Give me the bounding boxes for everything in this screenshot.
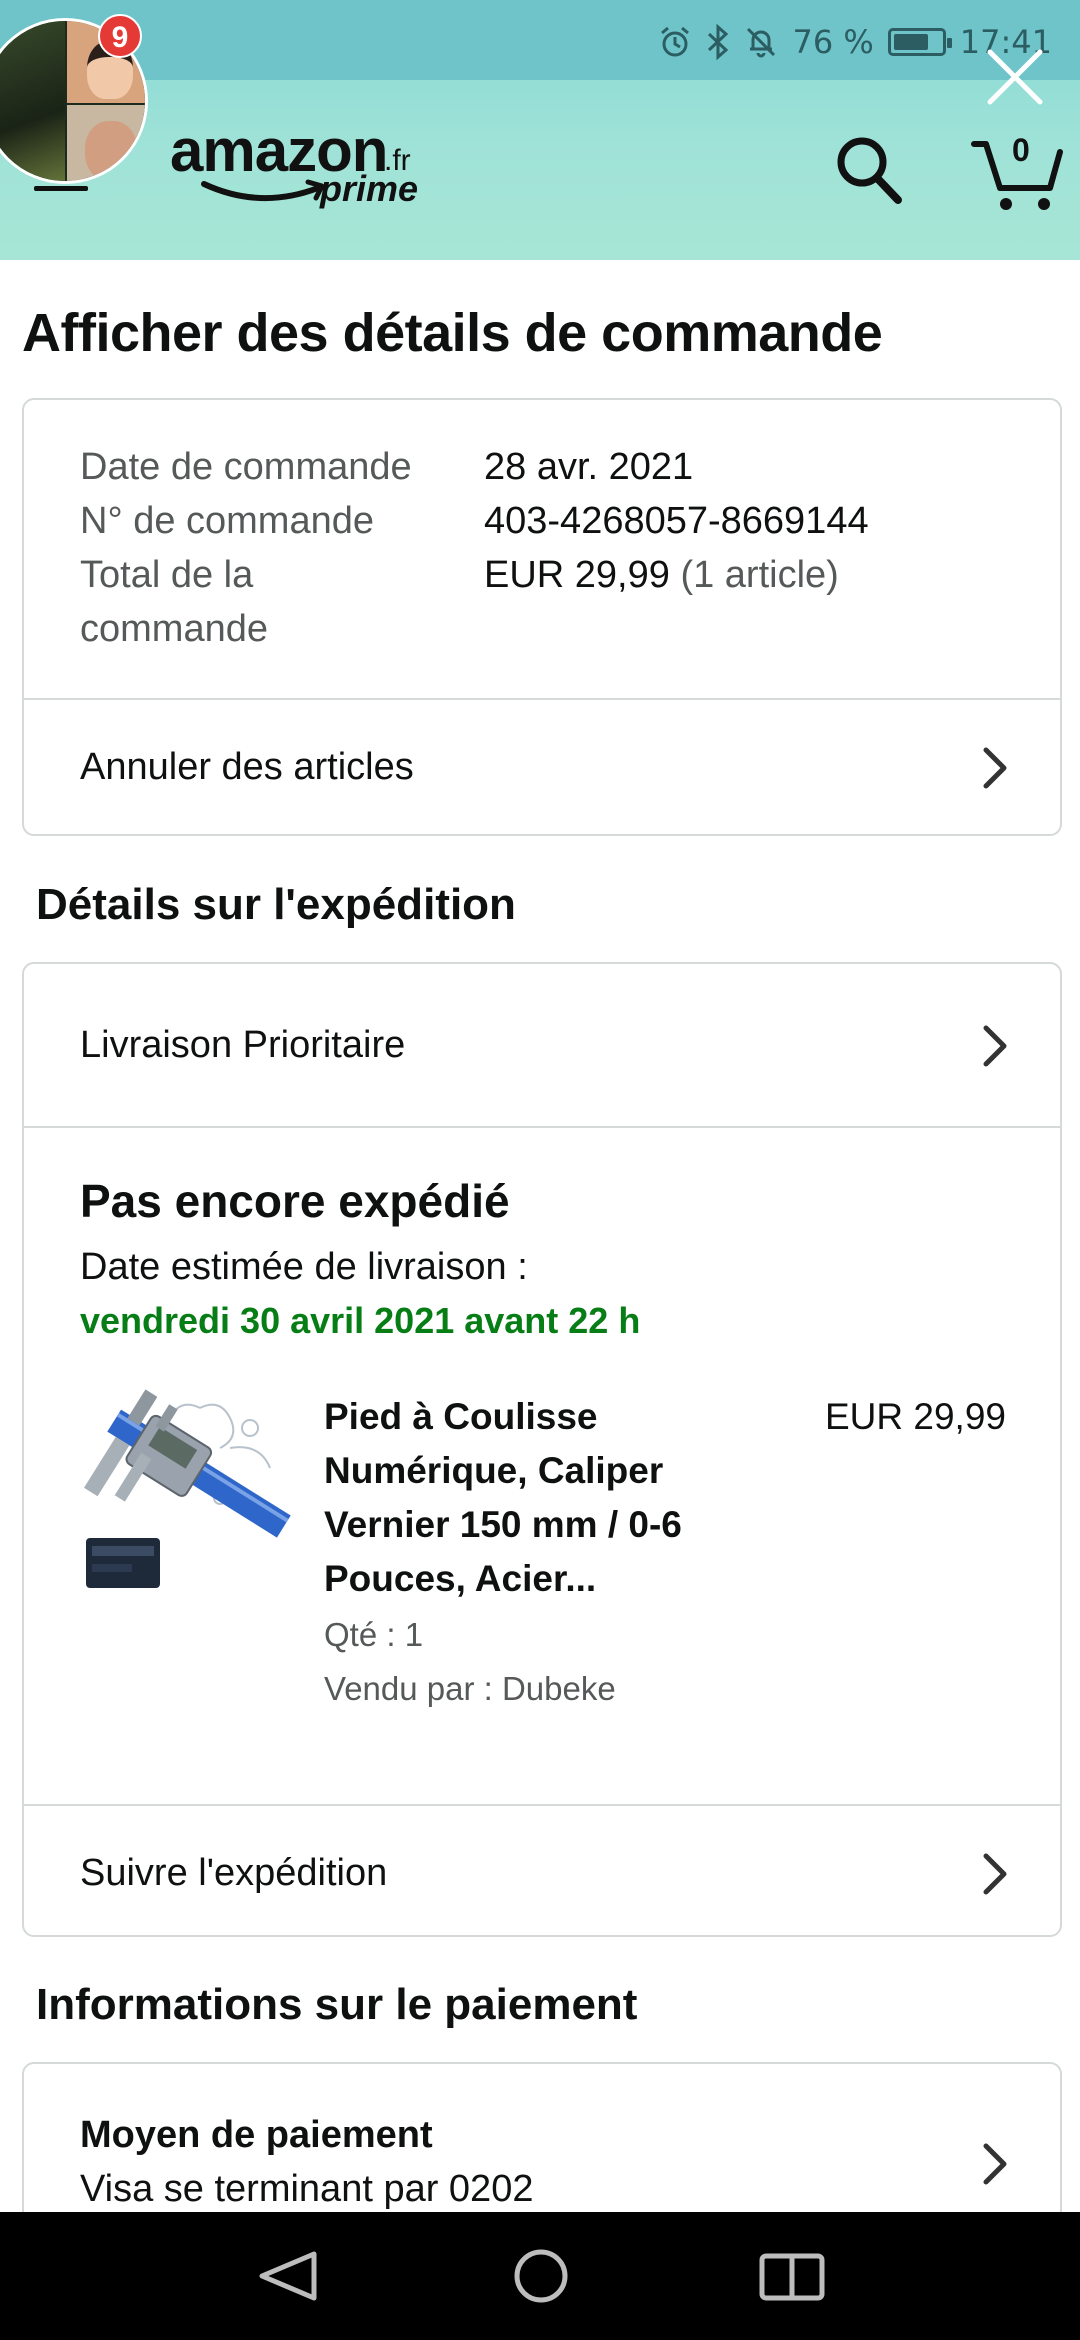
avatar-face-2: [85, 121, 137, 181]
delivery-estimate-label: Date estimée de livraison :: [80, 1246, 528, 1288]
order-number-value: 403-4268057-8669144: [484, 500, 869, 542]
status-bar: 76 % 17:41: [0, 0, 1080, 80]
order-number-label: N° de commande: [80, 500, 374, 542]
product-title-line: Vernier 150 mm / 0-6: [324, 1504, 682, 1545]
home-icon[interactable]: [511, 2246, 571, 2306]
order-total-label-2: commande: [80, 608, 268, 650]
order-summary-card: Date de commande 28 avr. 2021 N° de comm…: [22, 398, 1062, 836]
order-total-value: EUR 29,99 (1 article): [484, 554, 839, 597]
battery-percent: 76 %: [792, 23, 874, 61]
system-navigation-bar: [0, 2212, 1080, 2340]
alarm-icon: [661, 26, 690, 57]
battery-icon: [887, 28, 952, 56]
product-image[interactable]: [80, 1388, 300, 1598]
muted-bell-icon: [747, 27, 776, 58]
app-header: 76 % 17:41 9 amazon .fr prime 0: [0, 0, 1080, 260]
cancel-items-label: Annuler des articles: [80, 746, 414, 788]
shipping-card: Livraison Prioritaire Pas encore expédié…: [22, 962, 1062, 1937]
payment-method-value: Visa se terminant par 0202: [80, 2168, 534, 2210]
recent-apps-icon[interactable]: [756, 2248, 828, 2304]
close-icon[interactable]: [980, 42, 1050, 112]
payment-method-label: Moyen de paiement: [80, 2114, 433, 2156]
shipping-section-title: Détails sur l'expédition: [36, 880, 516, 929]
product-seller: Vendu par : Dubeke: [324, 1670, 616, 1707]
product-title-line: Numérique, Caliper: [324, 1450, 664, 1491]
track-shipment-label: Suivre l'expédition: [80, 1852, 388, 1894]
amazon-smile-icon: [201, 179, 325, 202]
chevron-right-icon: [983, 1025, 1007, 1067]
cancel-items-row[interactable]: Annuler des articles: [24, 700, 1060, 836]
back-icon[interactable]: [248, 2248, 328, 2304]
chevron-right-icon: [983, 747, 1007, 789]
product-title-line: Pied à Coulisse: [324, 1396, 598, 1437]
order-date-label: Date de commande: [80, 446, 412, 488]
payment-section-title: Informations sur le paiement: [36, 1980, 638, 2029]
cart-count: 0: [1012, 132, 1030, 168]
amazon-prime-logo[interactable]: amazon .fr prime: [170, 117, 430, 224]
search-icon[interactable]: [834, 134, 904, 206]
bluetooth-icon: [708, 24, 729, 60]
product-price: EUR 29,99: [825, 1396, 1006, 1437]
order-item-count: (1 article): [680, 554, 839, 596]
order-total-label: Total de la: [80, 554, 254, 596]
notification-badge: 9: [98, 14, 142, 58]
order-total-amount: EUR 29,99: [484, 554, 670, 596]
shipping-method-label: Livraison Prioritaire: [80, 1024, 406, 1066]
track-shipment-row[interactable]: Suivre l'expédition: [24, 1806, 1060, 1938]
shipping-method-row[interactable]: Livraison Prioritaire: [24, 964, 1060, 1126]
product-title[interactable]: Pied à Coulisse Numérique, Caliper Verni…: [324, 1390, 764, 1606]
divider: [24, 1126, 1060, 1128]
delivery-estimate-date: vendredi 30 avril 2021 avant 22 h: [80, 1300, 641, 1341]
shipment-status: Pas encore expédié: [80, 1175, 510, 1227]
avatar-photo-1: [0, 21, 65, 181]
product-title-line: Pouces, Acier...: [324, 1558, 597, 1599]
product-quantity: Qté : 1: [324, 1616, 424, 1653]
chevron-right-icon: [983, 1853, 1007, 1895]
menu-icon[interactable]: [34, 186, 88, 191]
chevron-right-icon: [983, 2143, 1007, 2185]
order-date-value: 28 avr. 2021: [484, 446, 694, 488]
page-title: Afficher des détails de commande: [22, 303, 883, 363]
